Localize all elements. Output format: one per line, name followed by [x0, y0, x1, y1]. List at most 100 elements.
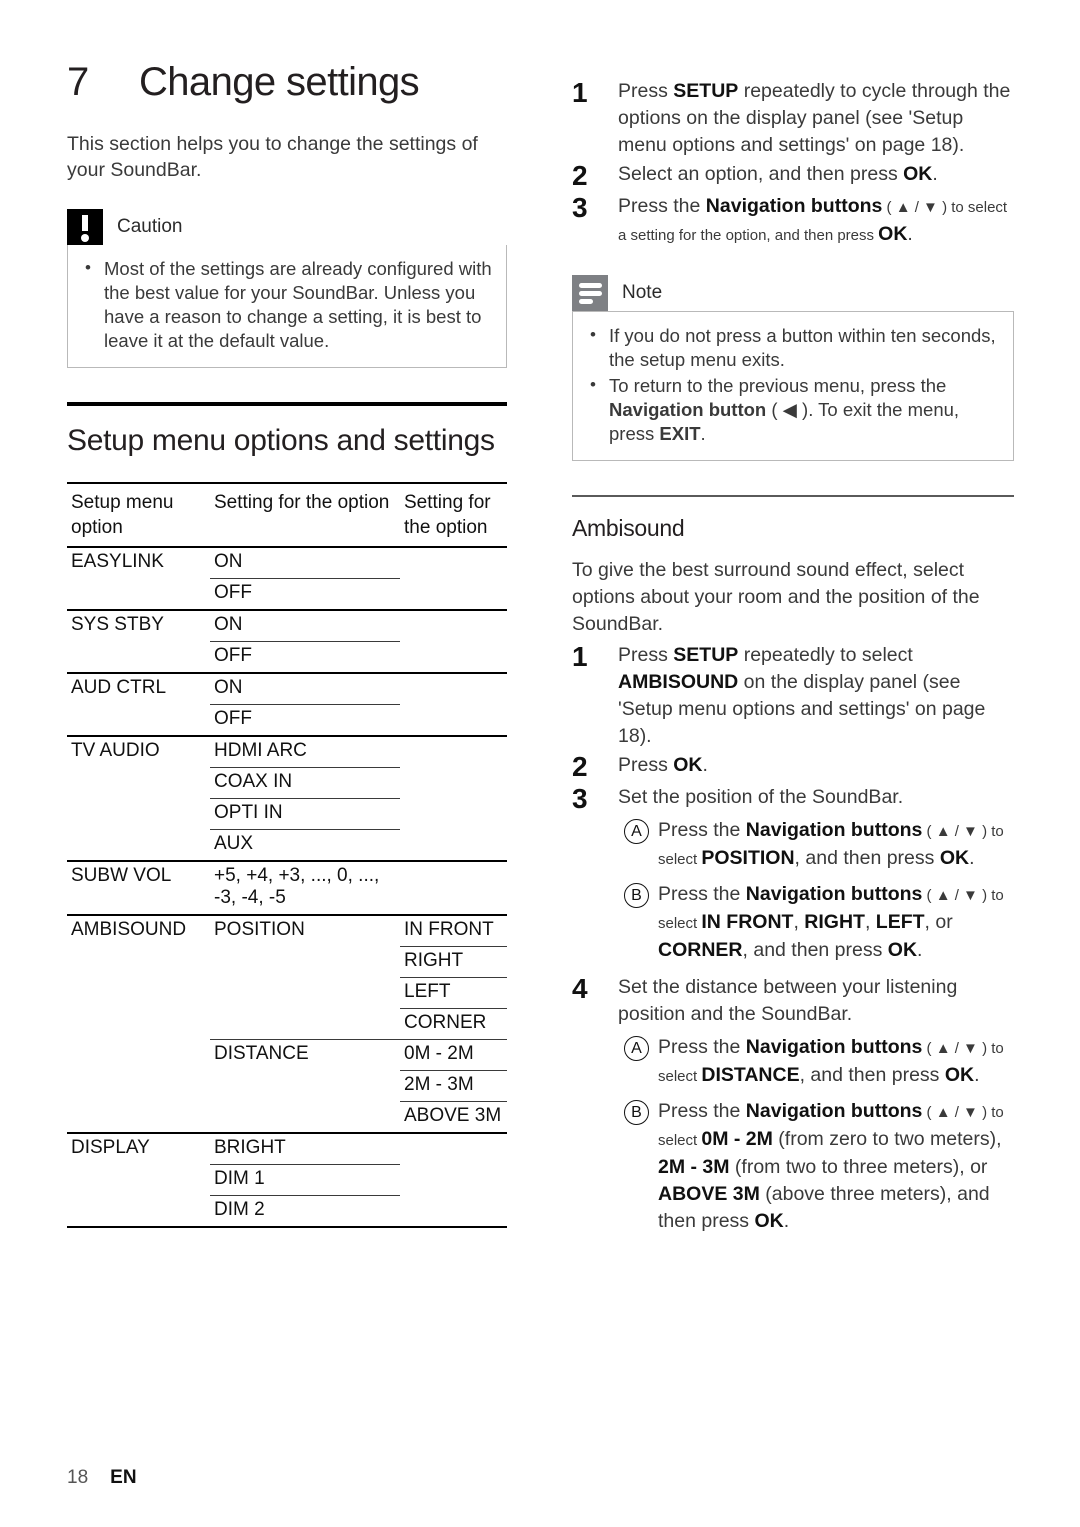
cell-subsetting: CORNER — [400, 1008, 507, 1040]
cell-subsetting — [400, 579, 507, 611]
substep-text: Press the Navigation buttons ( ▲ / ▼ ) t… — [658, 881, 1014, 964]
substep-text-a: Press the — [658, 819, 746, 841]
list-item: B Press the Navigation buttons ( ▲ / ▼ )… — [618, 881, 1014, 964]
cell-subsetting — [400, 609, 507, 642]
cell-setting: ON — [210, 672, 400, 705]
manual-page: 7 Change settings This section helps you… — [0, 0, 1080, 1527]
substep-text-c: , — [793, 911, 805, 933]
step-text: Press the Navigation buttons ( ▲ / ▼ ) t… — [618, 193, 1014, 249]
column-header-setting-for-option: Setting for the option — [210, 482, 400, 548]
step-bold-b: OK — [878, 223, 908, 245]
cell-option — [67, 978, 210, 1009]
cell-setting: AUX — [210, 829, 400, 861]
cell-option — [67, 1195, 210, 1228]
list-item: B Press the Navigation buttons ( ▲ / ▼ )… — [618, 1098, 1014, 1235]
chapter-heading: 7 Change settings — [67, 60, 507, 105]
substep-text-c: (from zero to two meters), — [772, 1128, 1002, 1150]
chapter-title: Change settings — [139, 60, 420, 104]
cell-setting: BRIGHT — [210, 1132, 400, 1165]
cell-subsetting: ABOVE 3M — [400, 1101, 507, 1133]
cell-setting — [210, 978, 400, 1009]
left-column: 7 Change settings This section helps you… — [67, 60, 507, 1228]
cell-subsetting — [400, 768, 507, 799]
table-row: COAX IN — [67, 767, 507, 799]
language-code: EN — [110, 1467, 137, 1488]
setup-steps-list: 1 Press SETUP repeatedly to cycle throug… — [572, 78, 1014, 249]
table-row: AUD CTRL ON — [67, 672, 507, 705]
table-row: RIGHT — [67, 946, 507, 978]
table-row: OPTI IN — [67, 798, 507, 830]
chapter-intro: This section helps you to change the set… — [67, 133, 478, 181]
note-callout: Note If you do not press a button within… — [572, 275, 1014, 461]
note-body: If you do not press a button within ten … — [572, 311, 1014, 461]
settings-table: Setup menu option Setting for the option… — [67, 482, 507, 1228]
step-text-a: Set the distance between your listening … — [618, 976, 958, 1025]
note-text-c: . — [700, 423, 706, 444]
ambisound-section: Ambisound — [572, 495, 1014, 543]
substep-bold-c: OK — [944, 1064, 975, 1086]
list-item: 1 Press SETUP repeatedly to select AMBIS… — [572, 642, 1014, 750]
ambisound-steps-list: 1 Press SETUP repeatedly to select AMBIS… — [572, 642, 1014, 1243]
note-bold-a: Navigation button — [609, 399, 767, 420]
cell-setting: +5, +4, +3, ..., 0, ..., -3, -4, -5 — [210, 860, 400, 915]
table-row: SUBW VOL +5, +4, +3, ..., 0, ..., -3, -4… — [67, 860, 507, 915]
substep-text-a: Press the — [658, 1100, 746, 1122]
substep-bold-e: CORNER — [658, 939, 743, 961]
table-row: SYS STBY ON — [67, 609, 507, 642]
substep-marker: A — [618, 1034, 658, 1061]
circled-letter: A — [624, 1036, 649, 1061]
step-number: 4 — [572, 973, 588, 1004]
cell-subsetting — [400, 830, 507, 862]
step-bold-a: SETUP — [673, 644, 739, 666]
substep-text: Press the Navigation buttons ( ▲ / ▼ ) t… — [658, 1098, 1014, 1235]
cell-setting: OPTI IN — [210, 798, 400, 830]
step-number: 2 — [572, 751, 588, 782]
cell-subsetting — [400, 547, 507, 579]
step-text-a: Select an option, and then press — [618, 163, 904, 185]
table-row: TV AUDIO HDMI ARC — [67, 735, 507, 768]
substep-bold-a: Navigation buttons — [745, 1036, 923, 1058]
table-row: OFF — [67, 704, 507, 736]
cell-option — [67, 1009, 210, 1040]
cell-option — [67, 642, 210, 674]
cell-option — [67, 1071, 210, 1102]
cell-option — [67, 1102, 210, 1134]
substep-text-e: , or — [924, 911, 953, 933]
step-text: Press SETUP repeatedly to select AMBISOU… — [618, 642, 1014, 750]
cell-setting — [210, 947, 400, 978]
table-row: CORNER — [67, 1008, 507, 1040]
cell-option — [67, 579, 210, 611]
list-item: 1 Press SETUP repeatedly to cycle throug… — [572, 78, 1014, 159]
table-row: OFF — [67, 641, 507, 674]
step-text-a: Press — [618, 754, 674, 776]
substep-text-f: , and then press — [742, 939, 888, 961]
caution-label: Caution — [117, 216, 183, 237]
cell-setting: ON — [214, 551, 243, 572]
cell-option: TV AUDIO — [67, 735, 210, 768]
circled-letter: A — [624, 819, 649, 844]
cell-option: SYS STBY — [67, 609, 210, 642]
list-item: 2 Press OK. — [572, 752, 1014, 782]
step-number: 1 — [572, 77, 588, 108]
substep-bold-a: Navigation buttons — [745, 1100, 923, 1122]
substep-bold-f: OK — [887, 939, 918, 961]
caution-header: Caution — [67, 209, 507, 245]
step-number: 3 — [572, 192, 588, 223]
chapter-number: 7 — [67, 60, 89, 104]
substep-bold-c: OK — [939, 847, 970, 869]
substep-text-f: . — [783, 1210, 790, 1232]
cell-subsetting — [400, 799, 507, 830]
cell-setting: DIM 2 — [210, 1195, 400, 1228]
cell-subsetting — [400, 1195, 507, 1228]
step-text: Press SETUP repeatedly to cycle through … — [618, 78, 1014, 159]
caution-callout: Caution Most of the settings are already… — [67, 209, 507, 368]
step-text: Select an option, and then press OK. — [618, 161, 1014, 188]
section-divider — [67, 402, 507, 406]
cell-subsetting: 0M - 2M — [400, 1039, 507, 1071]
substep-text-a: Press the — [658, 1036, 746, 1058]
list-item: A Press the Navigation buttons ( ▲ / ▼ )… — [618, 1034, 1014, 1090]
cell-option: AMBISOUND — [67, 914, 210, 947]
step-bold-a: Navigation buttons — [705, 195, 883, 217]
cell-subsetting: IN FRONT — [400, 914, 507, 947]
substep-text-c: , and then press — [799, 1064, 945, 1086]
